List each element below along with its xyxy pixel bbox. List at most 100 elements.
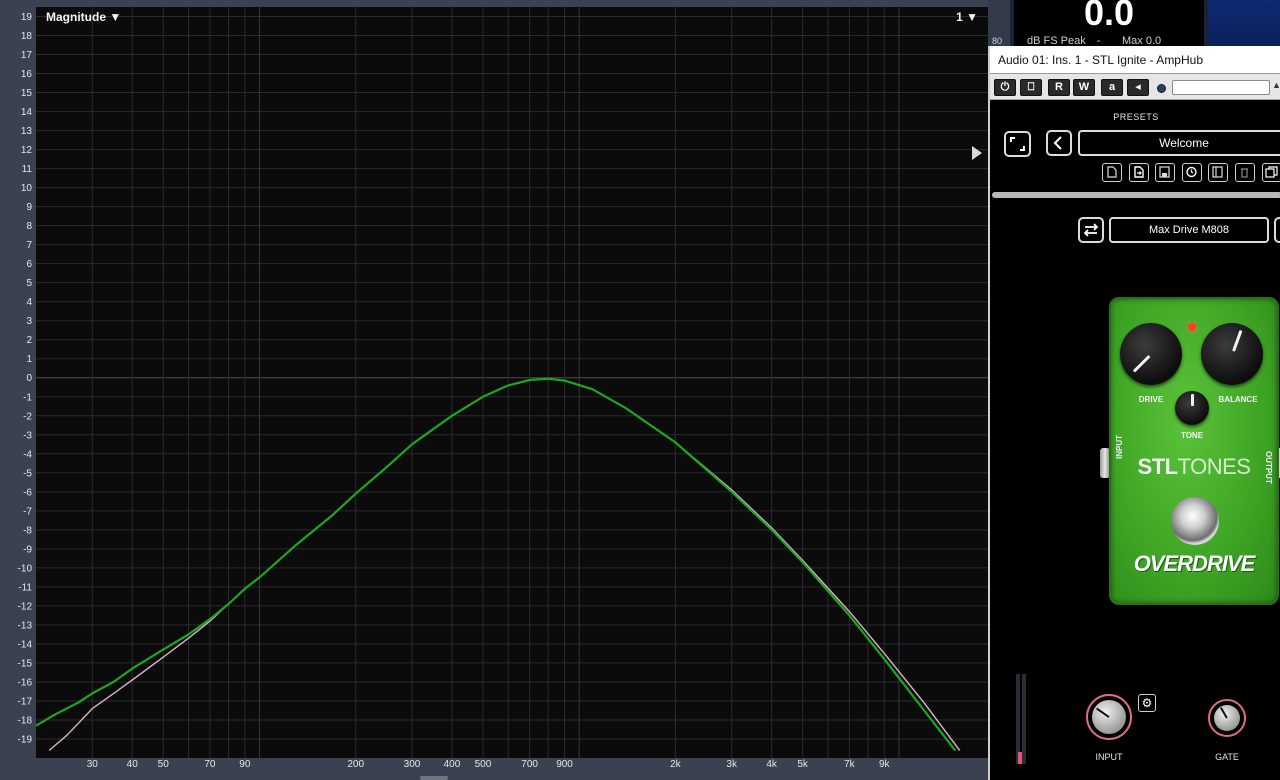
next-pedal-button[interactable] <box>1274 217 1280 243</box>
drive-label: DRIVE <box>1138 395 1164 404</box>
x-tick-label: 500 <box>475 759 492 770</box>
copy-preset-icon[interactable] <box>1262 163 1280 182</box>
y-tick-label: -5 <box>23 468 32 479</box>
y-tick-label: 12 <box>21 145 33 156</box>
expand-arrow-icon[interactable] <box>972 146 982 160</box>
read-automation-button[interactable]: R <box>1048 79 1070 96</box>
new-preset-icon[interactable] <box>1102 163 1122 182</box>
fullscreen-button[interactable] <box>1004 131 1031 157</box>
y-tick-label: -3 <box>23 430 32 441</box>
overdrive-pedal: DRIVE BALANCE TONE STLTONES INPUT OUTPUT… <box>1109 297 1279 605</box>
y-tick-label: -6 <box>23 487 32 498</box>
meter-display: 0.0 dB FS Peak - Max 0.0 <box>1014 0 1223 47</box>
y-tick-label: -1 <box>23 392 32 403</box>
x-tick-label: 300 <box>404 759 421 770</box>
compare-panel-icon[interactable] <box>1208 163 1228 182</box>
ab-compare-button[interactable]: a <box>1101 79 1123 96</box>
magnitude-chart: 191817161514131211109876543210-1-2-3-4-5… <box>18 7 988 770</box>
plugin-toolbar: ⏻ ⎕ R W a ◂ ▲ <box>990 74 1280 100</box>
plugin-window: Audio 01: Ins. 1 - STL Ignite - AmpHub ⏻… <box>988 46 1280 780</box>
brand-logo: STLTONES <box>1111 454 1277 480</box>
x-tick-label: 4k <box>766 759 778 770</box>
preset-field[interactable] <box>1172 80 1270 95</box>
y-tick-label: 6 <box>26 259 32 270</box>
plugin-title-bar[interactable]: Audio 01: Ins. 1 - STL Ignite - AmpHub <box>990 46 1280 74</box>
y-tick-label: 13 <box>21 126 33 137</box>
y-tick-label: -2 <box>23 411 32 422</box>
side-chain-button[interactable]: ◂ <box>1127 79 1149 96</box>
preset-selector[interactable]: Welcome <box>1078 130 1280 156</box>
analyzer-header: Magnitude ▼ 1 ▼ <box>36 7 988 27</box>
x-tick-label: 50 <box>158 759 170 770</box>
y-tick-label: -13 <box>18 620 33 631</box>
y-tick-label: -14 <box>18 639 33 650</box>
balance-label: BALANCE <box>1218 395 1258 404</box>
write-automation-button[interactable]: W <box>1073 79 1095 96</box>
y-tick-label: 0 <box>26 373 32 384</box>
x-tick-label: 90 <box>239 759 251 770</box>
input-gain-knob[interactable] <box>1086 694 1132 740</box>
previous-preset-button[interactable] <box>1046 130 1072 156</box>
y-tick-label: 19 <box>21 12 33 23</box>
x-tick-label: 700 <box>521 759 538 770</box>
input-side-label: INPUT <box>1115 435 1124 459</box>
horizontal-scroll-handle[interactable] <box>420 776 448 780</box>
gate-knob-label: GATE <box>1215 752 1239 762</box>
peak-value: 0.0 <box>1083 0 1135 33</box>
y-tick-label: -17 <box>18 696 33 707</box>
brand-bold-text: STL <box>1137 454 1179 479</box>
y-tick-label: 17 <box>21 50 33 61</box>
y-tick-label: 2 <box>26 335 32 346</box>
input-meter-left <box>1016 674 1020 764</box>
x-tick-label: 3k <box>726 759 738 770</box>
import-preset-icon[interactable] <box>1129 163 1149 182</box>
meter-scale-label: 80 <box>992 36 1003 46</box>
output-side-label: OUTPUT <box>1264 451 1273 484</box>
swap-pedal-button[interactable] <box>1078 217 1104 243</box>
x-tick-label: 40 <box>127 759 139 770</box>
y-tick-label: -16 <box>18 677 33 688</box>
y-tick-label: 7 <box>26 240 32 251</box>
footswitch-button[interactable] <box>1171 497 1219 545</box>
pedal-model-selector[interactable]: Max Drive M808 <box>1109 217 1269 243</box>
expand-icon <box>1010 137 1025 151</box>
y-tick-label: 5 <box>26 278 32 289</box>
y-tick-label: -8 <box>23 525 32 536</box>
chevron-left-icon <box>1053 136 1062 150</box>
save-preset-icon[interactable] <box>1155 163 1175 182</box>
channel-dropdown[interactable]: 1 ▼ <box>956 10 978 24</box>
tone-label: TONE <box>1180 431 1204 440</box>
x-tick-label: 7k <box>844 759 856 770</box>
y-tick-label: 11 <box>22 164 33 175</box>
pedal-name-logo: OVERDRIVE <box>1133 551 1256 576</box>
input-knob-label: INPUT <box>1095 752 1123 762</box>
y-tick-label: -10 <box>18 563 33 574</box>
field-arrow-icon[interactable]: ▲ <box>1272 80 1280 95</box>
power-button[interactable]: ⏻ <box>994 79 1016 96</box>
gate-knob[interactable] <box>1208 699 1246 737</box>
gear-icon[interactable]: ⚙ <box>1138 694 1156 712</box>
y-tick-label: -19 <box>18 734 33 745</box>
frequency-analyzer: 19 18 17 16 15 14 13 12 11 10 9 8 7 6 5 4 3 2 1 0 -1 -2 -3 -4 -5… <box>0 0 988 780</box>
drive-knob[interactable] <box>1120 323 1182 385</box>
balance-knob[interactable] <box>1201 323 1263 385</box>
x-tick-label: 400 <box>444 759 461 770</box>
magnitude-dropdown[interactable]: Magnitude ▼ <box>46 10 121 24</box>
status-led-icon <box>1188 323 1196 331</box>
tone-knob[interactable] <box>1175 391 1209 425</box>
x-tick-label: 30 <box>87 759 99 770</box>
y-tick-label: -9 <box>23 544 32 555</box>
bypass-button[interactable]: ⎕ <box>1020 79 1042 96</box>
delete-preset-icon[interactable] <box>1235 163 1255 182</box>
history-icon[interactable] <box>1182 163 1202 182</box>
presets-heading: PRESETS <box>1113 112 1159 122</box>
section-divider <box>992 192 1280 198</box>
input-meter-level <box>1018 752 1022 764</box>
swap-arrows-icon <box>1083 223 1099 237</box>
x-tick-label: 70 <box>204 759 216 770</box>
y-tick-label: 8 <box>26 221 32 232</box>
y-tick-label: -12 <box>18 601 33 612</box>
y-tick-label: 1 <box>26 354 32 365</box>
y-tick-label: 9 <box>26 202 32 213</box>
y-tick-label: 3 <box>26 316 32 327</box>
